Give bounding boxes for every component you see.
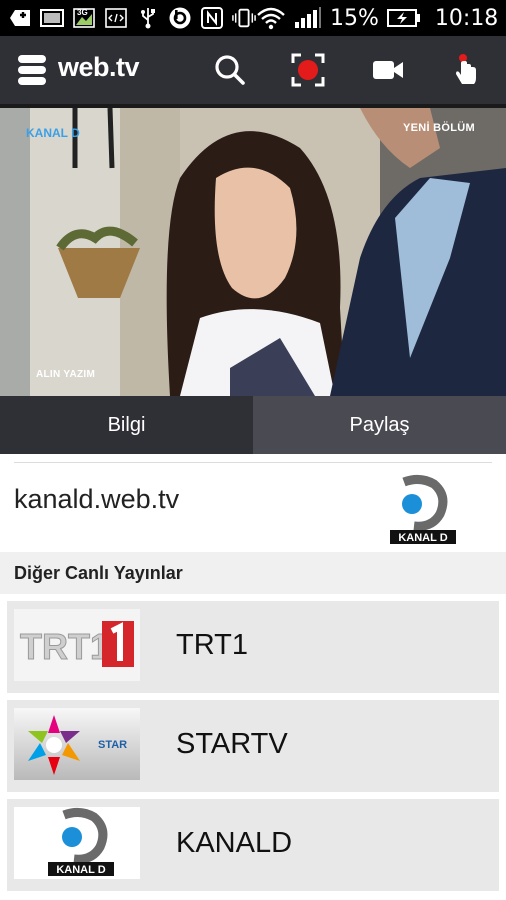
wifi-icon (256, 7, 286, 30)
battery-charging-icon (386, 8, 421, 28)
network-label: 3G (77, 8, 88, 17)
brand-title: web.tv (58, 52, 140, 82)
channel-name: KANALD (176, 827, 293, 859)
logo-text: KANAL D (398, 532, 447, 544)
tab-bar: Bilgi Paylaş (0, 396, 506, 462)
menu-icon[interactable] (16, 53, 48, 87)
add-icon (8, 8, 32, 28)
channel-name: TRT1 (176, 629, 248, 661)
show-caption: ALIN YAZIM (36, 369, 96, 380)
image-icon (40, 8, 64, 28)
logo-text: TRT1 (20, 626, 110, 667)
channel-name: STARTV (176, 728, 288, 760)
nfc-icon (200, 7, 224, 29)
channel-watermark: KANAL D (26, 126, 80, 140)
video-frame (0, 108, 506, 396)
kanald-logo: KANAL D (14, 807, 140, 879)
status-bar: 3G 15% 10:18 (0, 0, 506, 36)
channel-info: kanald.web.tv KANAL D (0, 454, 506, 552)
beats-icon (168, 7, 192, 29)
episode-badge: YENİ BÖLÜM (402, 122, 475, 134)
channel-item-trt1[interactable]: TRT1 TRT1 (7, 601, 499, 693)
tab-paylas[interactable]: Paylaş (253, 396, 506, 454)
divider (14, 462, 492, 463)
trt1-logo: TRT1 (14, 609, 140, 681)
logo-text: STAR (98, 739, 127, 751)
tab-label: Bilgi (107, 413, 146, 436)
logo-text: KANAL D (56, 864, 105, 876)
video-player[interactable]: KANAL D YENİ BÖLÜM ALIN YAZIM (0, 104, 506, 396)
network-3g-icon: 3G (72, 8, 96, 28)
usb-icon (136, 8, 160, 29)
touch-icon[interactable] (446, 50, 486, 90)
code-icon (104, 8, 128, 28)
tab-bilgi[interactable]: Bilgi (0, 396, 253, 462)
search-icon[interactable] (210, 50, 250, 90)
site-name: kanald.web.tv (14, 484, 180, 514)
section-header: Diğer Canlı Yayınlar (0, 552, 506, 594)
vibrate-icon (232, 8, 256, 28)
app-bar: web.tv (0, 36, 506, 104)
clock: 10:18 (434, 5, 499, 31)
startv-logo: STAR (14, 708, 140, 780)
battery-percent: 15% (330, 5, 379, 31)
kanald-logo: KANAL D (360, 472, 480, 548)
record-icon[interactable] (288, 50, 328, 90)
channel-item-kanald[interactable]: KANAL D KANALD (7, 799, 499, 891)
signal-icon (294, 7, 322, 28)
video-camera-icon[interactable] (368, 50, 408, 90)
tab-label: Paylaş (349, 413, 410, 436)
channel-item-startv[interactable]: STAR STARTV (7, 700, 499, 792)
section-title: Diğer Canlı Yayınlar (14, 563, 183, 583)
